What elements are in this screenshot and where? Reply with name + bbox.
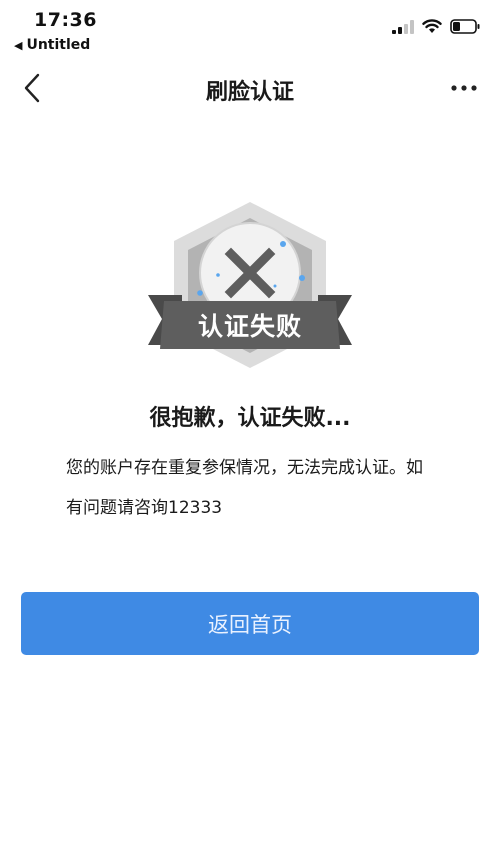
more-dots-icon [451, 85, 477, 91]
result-heading: 很抱歉，认证失败... [149, 406, 351, 431]
page-title: 刷脸认证 [205, 80, 294, 105]
system-icons [392, 19, 480, 34]
status-bar: 17:36 ◀ Untitled [0, 0, 500, 60]
cellular-signal-icon [392, 19, 414, 34]
back-to-app-link[interactable]: ◀ Untitled [14, 37, 90, 53]
failure-badge-graphic [148, 202, 352, 368]
result-description: 您的账户存在重复参保情况，无法完成认证。如有问题请咨询12333 [66, 458, 423, 518]
failure-badge: 认证失败 [140, 195, 360, 380]
battery-icon [450, 19, 480, 34]
status-time: 17:36 [34, 9, 97, 31]
back-triangle-icon: ◀ [14, 38, 23, 52]
return-home-button[interactable]: 返回首页 [21, 592, 479, 655]
more-options-button[interactable] [446, 74, 482, 102]
wifi-icon [422, 19, 442, 33]
navigation-bar: 刷脸认证 [0, 60, 500, 118]
back-app-label: Untitled [26, 37, 91, 53]
badge-label: 认证失败 [197, 312, 302, 341]
